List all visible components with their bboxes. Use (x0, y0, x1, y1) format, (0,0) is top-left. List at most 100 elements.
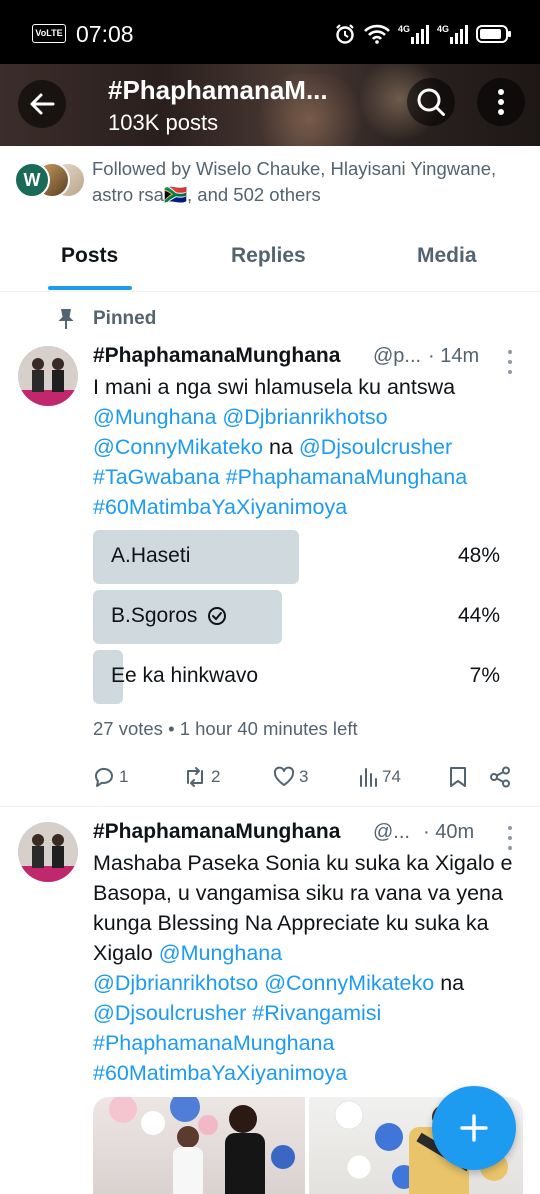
repost-button[interactable]: 2 (183, 766, 220, 788)
signal-icon: 4G (398, 24, 429, 44)
hashtag-link[interactable]: #PhaphamanaMunghana (226, 465, 467, 489)
author-name[interactable]: #PhaphamanaMunghana (93, 820, 340, 844)
mention-link[interactable]: @Djsoulcrusher (299, 435, 452, 459)
signal-bars-icon (450, 25, 468, 44)
mention-link[interactable]: @Djbrianrikhotso (222, 405, 387, 429)
tab-media[interactable]: Media (417, 244, 477, 268)
hashtag-link[interactable]: #Rivangamisi (252, 1001, 381, 1025)
views-icon (360, 768, 377, 787)
status-icons: 4G 4G (334, 20, 512, 48)
poll-option-percent: 44% (457, 604, 500, 627)
bookmark-button[interactable] (449, 766, 467, 788)
alarm-icon (336, 24, 354, 44)
more-options-button[interactable] (477, 78, 525, 126)
followed-by-text: Followed by Wiselo Chauke, Hlayisani Yin… (92, 158, 497, 205)
search-icon (417, 88, 445, 116)
repost-icon (187, 767, 203, 787)
hashtag-link[interactable]: #PhaphamanaMunghana (93, 1031, 334, 1055)
author-handle: @p... (373, 345, 422, 367)
party-photo (109, 1097, 295, 1194)
pinned-label: Pinned (93, 308, 157, 329)
mention-link[interactable]: @ConnyMikateko (264, 971, 434, 995)
network-label: 4G (397, 24, 410, 34)
reply-icon (94, 767, 113, 787)
hashtag-header: #PhaphamanaM... 103K posts (0, 64, 540, 146)
signal-icon: 4G (437, 24, 468, 44)
author-name[interactable]: #PhaphamanaMunghana (93, 344, 340, 368)
poll-option[interactable]: A.Haseti 48% (93, 530, 518, 584)
tweet-text-plain: Mashaba Paseka Sonia ku suka ka Xigalo e… (93, 851, 513, 965)
status-time: 07:08 (76, 21, 134, 47)
bookmark-icon (450, 767, 466, 787)
tab-replies[interactable]: Replies (231, 244, 306, 268)
tweet-text-plain: I mani a nga swi hlamusela ku antswa (93, 375, 456, 399)
poll-option[interactable]: Ee ka hinkwavo 7% (93, 650, 518, 704)
tab-bar: Posts Replies Media (0, 230, 540, 292)
search-button[interactable] (407, 78, 455, 126)
avatar: W (14, 162, 50, 198)
author-handle: @... (373, 821, 410, 843)
hashtag-link[interactable]: #TaGwabana (93, 465, 220, 489)
tab-posts[interactable]: Posts (61, 244, 118, 268)
signal-bars-icon (410, 25, 429, 44)
followed-by-row[interactable]: W Followed by Wiselo Chauke, Hlayisani Y… (0, 146, 540, 216)
mention-link[interactable]: @Djbrianrikhotso (93, 971, 258, 995)
more-vertical-icon (498, 89, 504, 115)
hashtag-link[interactable]: #60MatimbaYaXiyanimoya (93, 495, 347, 519)
media-image[interactable] (93, 1097, 305, 1194)
tweet-text-connector: na (440, 971, 465, 995)
like-button[interactable]: 3 (273, 766, 308, 788)
tweet[interactable]: Pinned #PhaphamanaMunghana @p... · 14m I… (0, 292, 540, 806)
like-count: 3 (299, 767, 309, 786)
poll-option-text: B.Sgoros (111, 604, 198, 627)
mention-link[interactable]: @ConnyMikateko (93, 435, 263, 459)
tweet-text: I mani a nga swi hlamusela ku antswa @Mu… (93, 372, 523, 522)
check-circle-icon (208, 607, 227, 625)
tweet-text: Mashaba Paseka Sonia ku suka ka Xigalo e… (93, 848, 523, 1088)
poll-option-percent: 48% (457, 544, 500, 567)
repost-count: 2 (211, 767, 221, 786)
reply-button[interactable]: 1 (93, 766, 128, 788)
share-icon (490, 766, 510, 788)
avatar[interactable] (18, 346, 78, 406)
poll-option-text: A.Haseti (111, 544, 191, 567)
share-button[interactable] (489, 766, 511, 788)
poll-meta: 27 votes • 1 hour 40 minutes left (93, 718, 358, 739)
mention-link[interactable]: @Munghana (93, 405, 216, 429)
back-button[interactable] (18, 80, 66, 128)
plus-icon (460, 1114, 488, 1142)
avatar-initial: W (23, 169, 41, 190)
arrow-left-icon (30, 93, 55, 115)
poll-option-label: B.Sgoros (111, 604, 227, 628)
poll-option[interactable]: B.Sgoros 44% (93, 590, 518, 644)
tweet-more-button[interactable] (502, 826, 518, 850)
tweet-text-connector: na (269, 435, 293, 459)
status-bar: VoLTE 07:08 4G 4G (0, 0, 540, 64)
hashtag-link[interactable]: #60MatimbaYaXiyanimoya (93, 1061, 347, 1085)
follower-avatars: W (14, 162, 86, 200)
avatar[interactable] (18, 822, 78, 882)
battery-icon (476, 25, 511, 43)
views-button[interactable]: 74 (358, 766, 401, 788)
tweet-actions: 1 2 3 74 (0, 766, 540, 796)
mention-link[interactable]: @Djsoulcrusher (93, 1001, 246, 1025)
post-count: 103K posts (108, 110, 219, 135)
tweet-more-button[interactable] (502, 350, 518, 374)
compose-button[interactable] (432, 1086, 516, 1170)
heart-icon (273, 766, 295, 786)
volte-indicator: VoLTE (32, 24, 66, 43)
mention-link[interactable]: @Munghana (159, 941, 282, 965)
poll-option-label: Ee ka hinkwavo (111, 664, 258, 688)
page-title: #PhaphamanaM... (108, 75, 328, 105)
tweet-time: · 40m (423, 821, 475, 843)
poll-option-percent: 7% (469, 664, 500, 687)
active-tab-indicator (48, 286, 132, 290)
wifi-icon (364, 24, 390, 44)
avatar-photo (18, 822, 78, 882)
avatar-photo (18, 346, 78, 406)
view-count: 74 (382, 767, 401, 786)
poll-option-label: A.Haseti (111, 544, 190, 568)
network-label: 4G (436, 24, 449, 34)
reply-count: 1 (119, 767, 129, 786)
poll-option-text: Ee ka hinkwavo (111, 664, 259, 687)
